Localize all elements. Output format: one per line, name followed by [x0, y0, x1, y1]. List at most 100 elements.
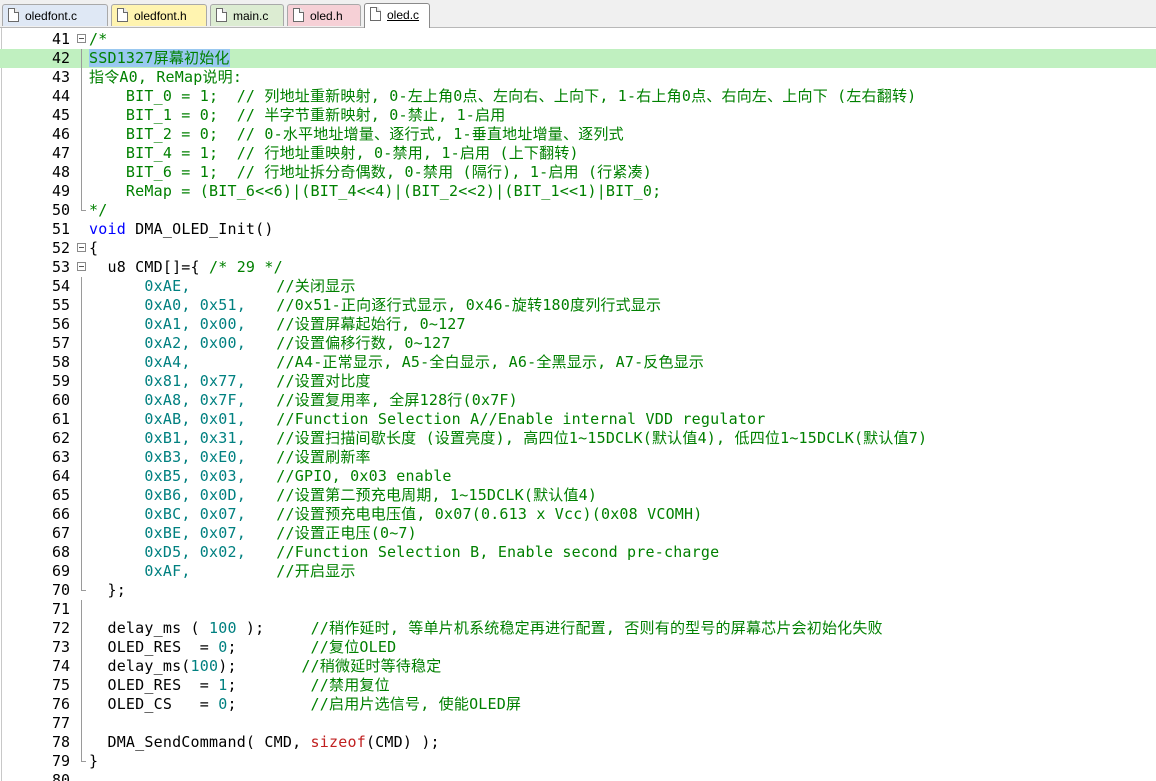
code-line[interactable]: 66 0xBC, 0x07, //设置预充电电压值, 0x07(0.613 x V… [0, 505, 1156, 524]
code-text: 0xB6, 0x0D, //设置第二预充电周期, 1~15DCLK(默认值4) [89, 486, 597, 505]
code-line[interactable]: 51 void DMA_OLED_Init() [0, 220, 1156, 239]
code-line[interactable]: 76 OLED_CS = 0; //启用片选信号, 使能OLED屏 [0, 695, 1156, 714]
file-tab-bar: oledfont.c oledfont.h main.c oled.h oled… [0, 0, 1156, 28]
hex-argument: 0xE0, [199, 448, 246, 466]
hex-argument: 0x51, [199, 296, 246, 314]
code-text: BIT_2 = 0; // 0-水平地址增量、逐行式, 1-垂直地址增量、逐列式 [89, 125, 624, 144]
code-text: { [89, 239, 98, 258]
line-number: 44 [51, 87, 70, 105]
tab-main-c[interactable]: main.c [210, 4, 284, 26]
hex-command: 0xBC, [144, 505, 191, 523]
tab-oledfont-h[interactable]: oledfont.h [111, 4, 207, 26]
comment-text: ReMap = (BIT_6<<6)|(BIT_4<<4)|(BIT_2<<2)… [89, 182, 662, 200]
line-number: 56 [51, 315, 70, 333]
code-line[interactable]: 63 0xB3, 0xE0, //设置刷新率 [0, 448, 1156, 467]
code-line[interactable]: 78 DMA_SendCommand( CMD, sizeof(CMD) ); [0, 733, 1156, 752]
line-number: 42 [51, 49, 70, 67]
code-line[interactable]: 80 [0, 771, 1156, 781]
code-text: BIT_6 = 1; // 行地址拆分奇偶数, 0-禁用 (隔行), 1-启用 … [89, 163, 652, 182]
hex-argument: 0x0D, [199, 486, 246, 504]
comment-text: //稍微延时等待稳定 [301, 657, 442, 675]
code-line[interactable]: 43 指令A0, ReMap说明: [0, 68, 1156, 87]
line-number: 76 [51, 695, 70, 713]
comment-text: //Function Selection B, Enable second pr… [276, 543, 720, 561]
tab-label: oledfont.c [25, 9, 78, 23]
code-line[interactable]: 65 0xB6, 0x0D, //设置第二预充电周期, 1~15DCLK(默认值4… [0, 486, 1156, 505]
code-line[interactable]: 61 0xAB, 0x01, //Function Selection A//En… [0, 410, 1156, 429]
code-line[interactable]: 72 delay_ms ( 100 ); //稍作延时, 等单片机系统稳定再进行… [0, 619, 1156, 638]
code-line[interactable]: 41 /* [0, 30, 1156, 49]
line-number: 77 [51, 714, 70, 732]
code-line[interactable]: 56 0xA1, 0x00, //设置屏幕起始行, 0~127 [0, 315, 1156, 334]
fold-marker[interactable] [76, 239, 88, 258]
code-line[interactable]: 46 BIT_2 = 0; // 0-水平地址增量、逐行式, 1-垂直地址增量、… [0, 125, 1156, 144]
code-line[interactable]: 64 0xB5, 0x03, //GPIO, 0x03 enable [0, 467, 1156, 486]
code-line[interactable]: 77 [0, 714, 1156, 733]
code-line[interactable]: 48 BIT_6 = 1; // 行地址拆分奇偶数, 0-禁用 (隔行), 1-… [0, 163, 1156, 182]
code-text: OLED_RES = 0; //复位OLED [89, 638, 396, 657]
hex-command: 0xA4, [144, 353, 191, 371]
code-text: OLED_CS = 0; //启用片选信号, 使能OLED屏 [89, 695, 521, 714]
fold-marker[interactable] [76, 258, 88, 277]
code-line[interactable]: 58 0xA4, //A4-正常显示, A5-全白显示, A6-全黑显示, A7… [0, 353, 1156, 372]
collapse-icon[interactable] [77, 34, 86, 43]
code-text: OLED_RES = 1; //禁用复位 [89, 676, 390, 695]
code-line[interactable]: 49 ReMap = (BIT_6<<6)|(BIT_4<<4)|(BIT_2<… [0, 182, 1156, 201]
code-line[interactable]: 44 BIT_0 = 1; // 列地址重新映射, 0-左上角0点、左向右、上向… [0, 87, 1156, 106]
file-icon [117, 8, 128, 22]
code-line[interactable]: 54 0xAE, //关闭显示 [0, 277, 1156, 296]
code-line[interactable]: 47 BIT_4 = 1; // 行地址重映射, 0-禁用, 1-启用 (上下翻… [0, 144, 1156, 163]
fold-marker [76, 106, 88, 125]
code-text: SSD1327屏幕初始化 [89, 49, 230, 68]
code-line[interactable]: 42 SSD1327屏幕初始化 [0, 49, 1156, 68]
code-line[interactable]: 53 u8 CMD[]={ /* 29 */ [0, 258, 1156, 277]
function-signature: DMA_OLED_Init() [125, 220, 274, 238]
code-line[interactable]: 57 0xA2, 0x00, //设置偏移行数, 0~127 [0, 334, 1156, 353]
line-number: 72 [51, 619, 70, 637]
code-line[interactable]: 71 [0, 600, 1156, 619]
code-line[interactable]: 55 0xA0, 0x51, //0x51-正向逐行式显示, 0x46-旋转180… [0, 296, 1156, 315]
fold-marker[interactable] [76, 30, 88, 49]
line-number: 46 [51, 125, 70, 143]
code-line[interactable]: 59 0x81, 0x77, //设置对比度 [0, 372, 1156, 391]
code-line[interactable]: 52 { [0, 239, 1156, 258]
fold-marker [76, 144, 88, 163]
code-line[interactable]: 70 }; [0, 581, 1156, 600]
collapse-icon[interactable] [77, 262, 86, 271]
code-text: 0xB5, 0x03, //GPIO, 0x03 enable [89, 467, 452, 486]
line-number: 70 [51, 581, 70, 599]
code-text: 指令A0, ReMap说明: [89, 68, 242, 87]
comment-text: //复位OLED [310, 638, 397, 656]
array-declaration: u8 CMD[]={ [89, 258, 209, 276]
comment-text: //GPIO, 0x03 enable [276, 467, 452, 485]
code-text: ReMap = (BIT_6<<6)|(BIT_4<<4)|(BIT_2<<2)… [89, 182, 661, 201]
code-line[interactable]: 75 OLED_RES = 1; //禁用复位 [0, 676, 1156, 695]
code-statement: OLED_RES = [89, 638, 219, 656]
numeric-literal: 100 [209, 619, 237, 637]
code-statement: ); [236, 619, 311, 637]
fold-marker [76, 372, 88, 391]
line-number: 45 [51, 106, 70, 124]
code-line[interactable]: 45 BIT_1 = 0; // 半字节重新映射, 0-禁止, 1-启用 [0, 106, 1156, 125]
fold-marker [76, 486, 88, 505]
code-line[interactable]: 50 */ [0, 201, 1156, 220]
collapse-icon[interactable] [77, 243, 86, 252]
line-number: 41 [51, 30, 70, 48]
code-line[interactable]: 74 delay_ms(100); //稍微延时等待稳定 [0, 657, 1156, 676]
code-line[interactable]: 67 0xBE, 0x07, //设置正电压(0~7) [0, 524, 1156, 543]
code-line[interactable]: 69 0xAF, //开启显示 [0, 562, 1156, 581]
code-line[interactable]: 62 0xB1, 0x31, //设置扫描间歇长度 (设置亮度), 高四位1~15… [0, 429, 1156, 448]
code-line[interactable]: 68 0xD5, 0x02, //Function Selection B, En… [0, 543, 1156, 562]
line-number: 75 [51, 676, 70, 694]
line-number: 69 [51, 562, 70, 580]
code-line[interactable]: 60 0xA8, 0x7F, //设置复用率, 全屏128行(0x7F) [0, 391, 1156, 410]
comment-text: //开启显示 [276, 562, 356, 580]
tab-oledfont-c[interactable]: oledfont.c [2, 4, 108, 26]
code-line[interactable]: 73 OLED_RES = 0; //复位OLED [0, 638, 1156, 657]
code-line[interactable]: 79} [0, 752, 1156, 771]
tab-oled-c[interactable]: oled.c [364, 3, 430, 28]
code-statement: }; [89, 581, 126, 599]
tab-oled-h[interactable]: oled.h [287, 4, 361, 26]
code-text: BIT_4 = 1; // 行地址重映射, 0-禁用, 1-启用 (上下翻转) [89, 144, 579, 163]
code-editor[interactable]: 41/* 42 SSD1327屏幕初始化 43 指令A0, ReMap说明: 44 BIT… [0, 28, 1156, 781]
